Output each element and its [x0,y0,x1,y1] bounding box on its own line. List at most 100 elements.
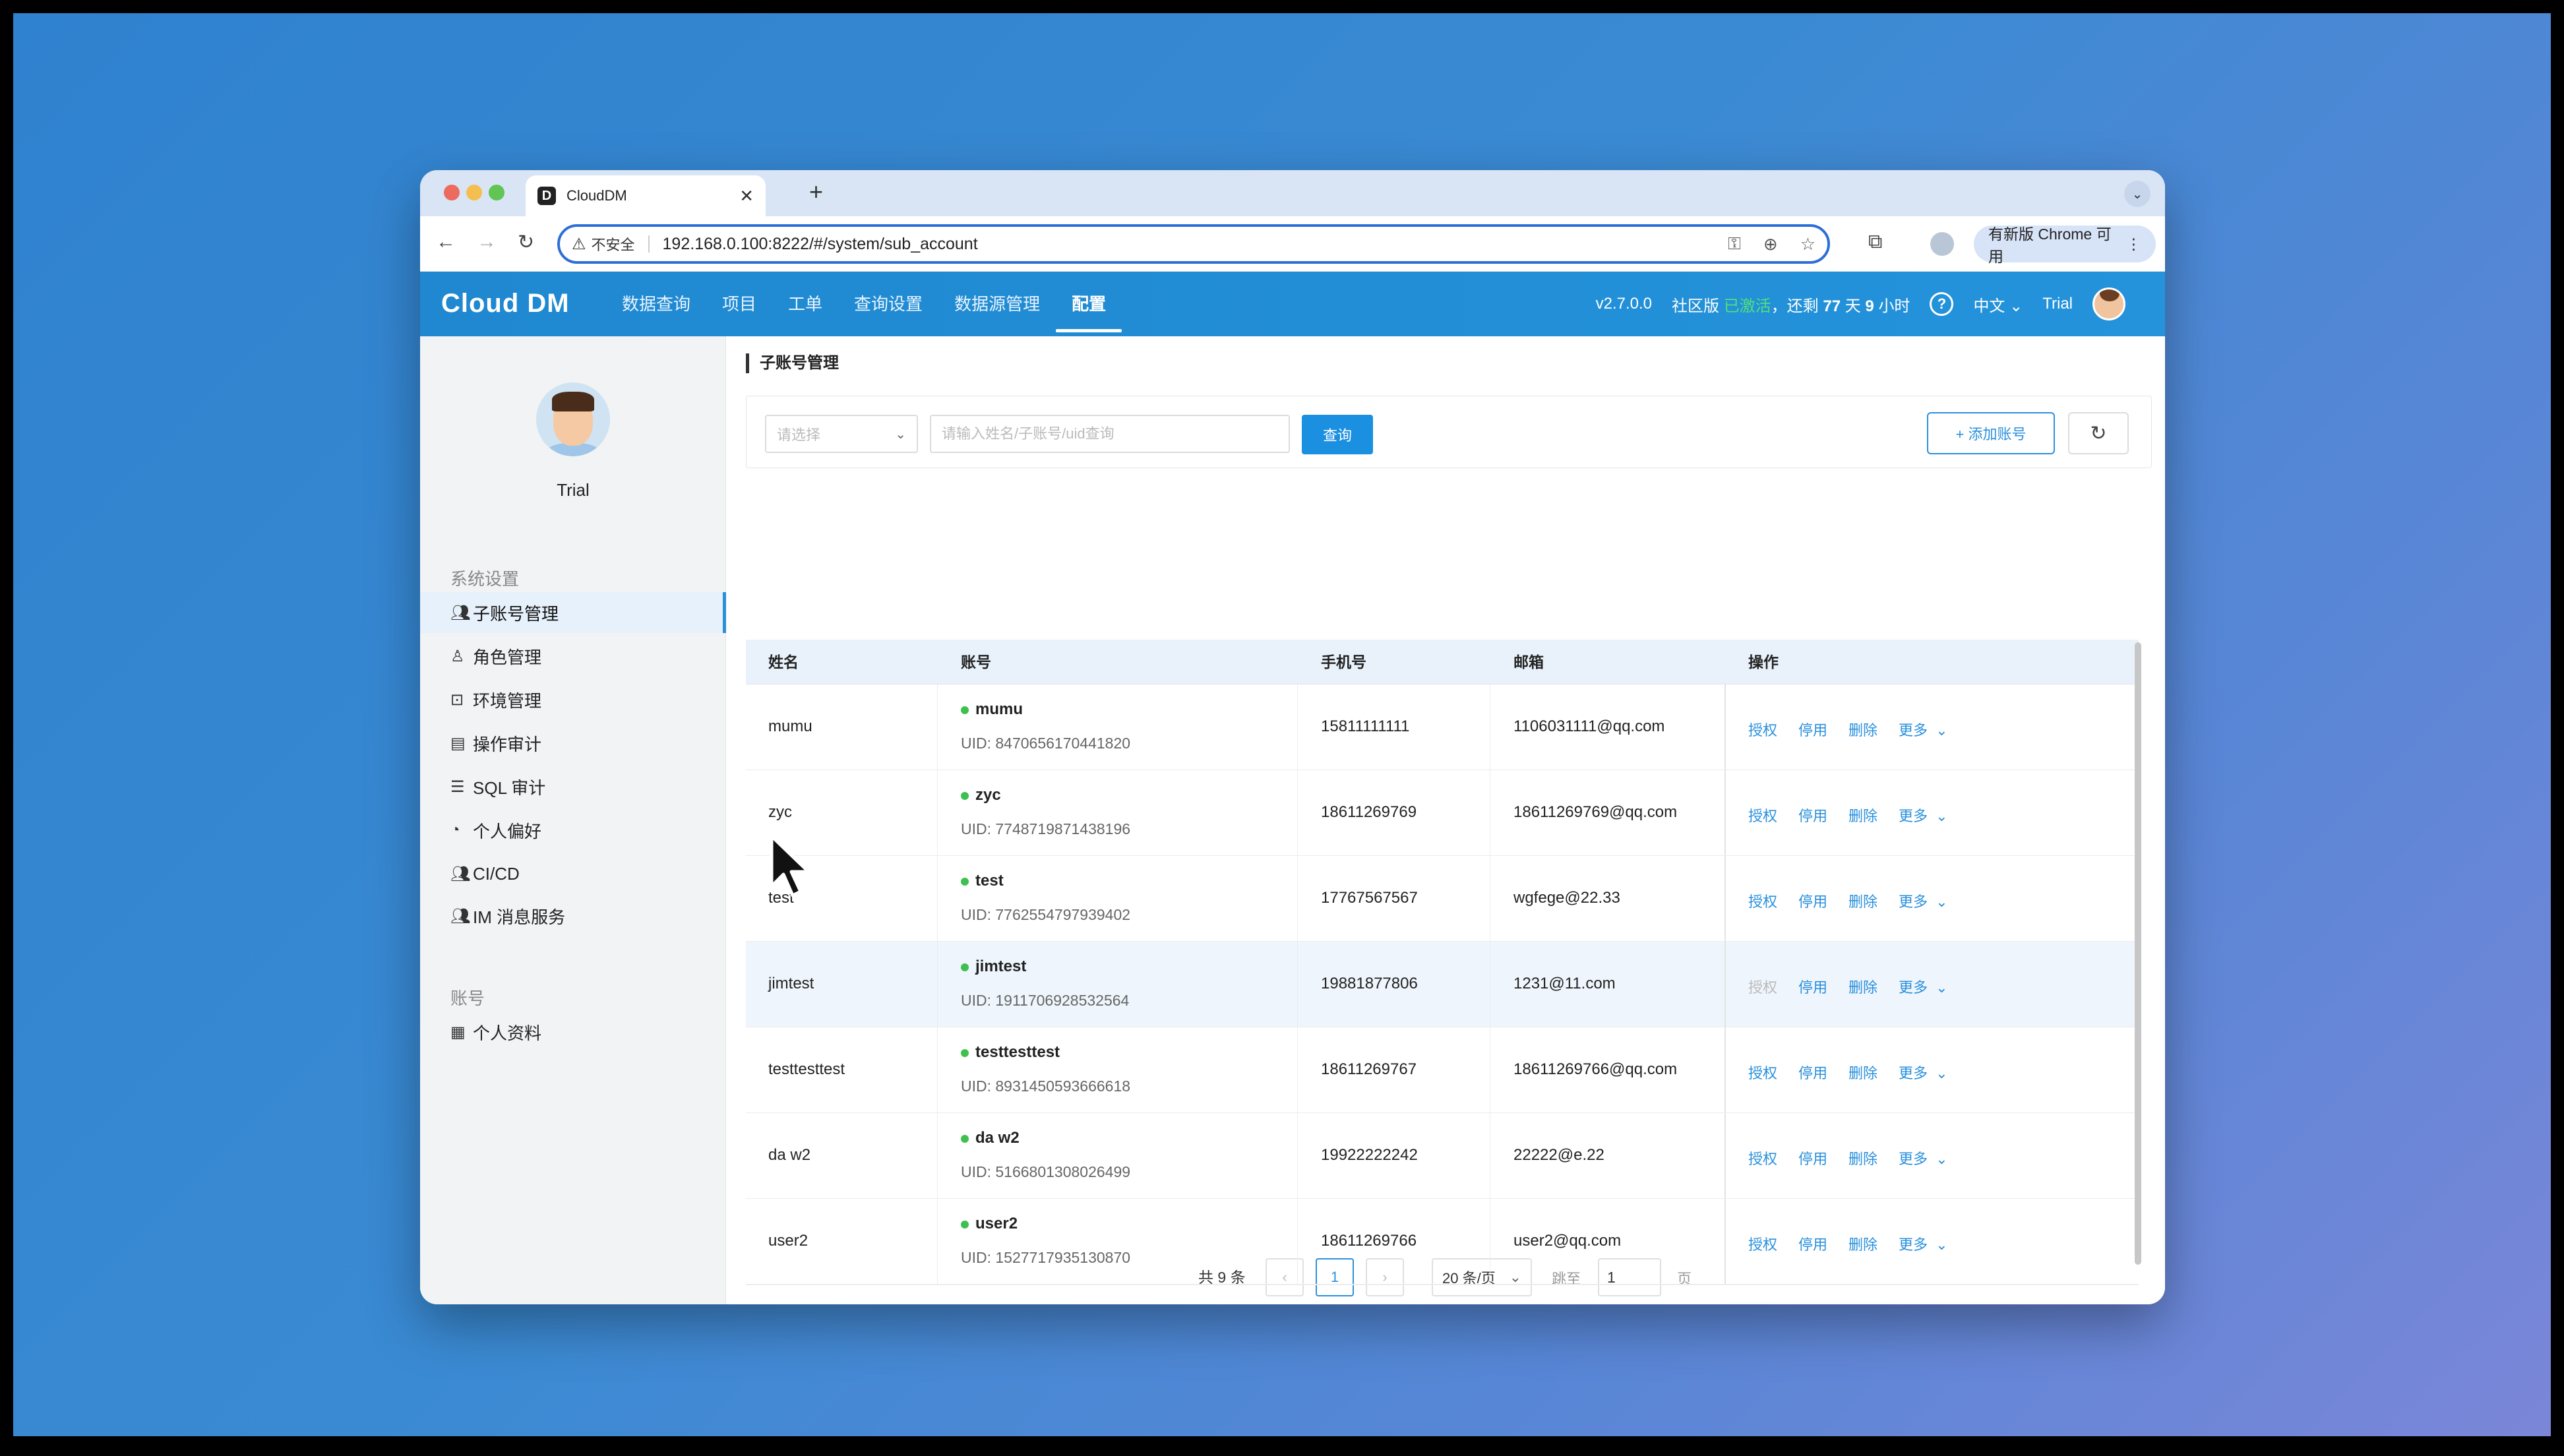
reload-icon[interactable]: ↻ [518,231,534,254]
query-button[interactable]: 查询 [1302,415,1373,454]
table-scrollbar[interactable] [2135,642,2141,1265]
nav-data-query[interactable]: 数据查询 [606,272,706,336]
window-close-button[interactable] [444,185,460,200]
warning-icon: ⚠ [572,235,586,253]
new-tab-icon[interactable]: + [809,178,823,206]
col-actions[interactable]: 操作 [1748,640,1779,684]
refresh-icon[interactable]: ↻ [2068,412,2129,454]
extensions-icon[interactable]: ⧉ [1868,231,1882,253]
authorize-link[interactable]: 授权 [1748,1065,1777,1081]
cell-email: 1231@11.com [1513,975,1616,992]
nav-project[interactable]: 项目 [706,272,772,336]
sidebar-item-im-service[interactable]: 👥︎ IM 消息服务 [420,895,726,936]
account-uid: UID: 1911706928532564 [961,992,1130,1009]
bookmark-star-icon[interactable]: ☆ [1800,234,1816,255]
sidebar-group-account: 账号 [450,988,485,1008]
profile-avatar-icon[interactable] [1930,232,1954,256]
disable-link[interactable]: 停用 [1798,979,1827,996]
key-icon[interactable]: ⚿ [1728,233,1741,255]
delete-link[interactable]: 删除 [1848,722,1877,739]
authorize-link[interactable]: 授权 [1748,1151,1777,1167]
cell-name: mumu [768,717,812,735]
col-account[interactable]: 账号 [961,640,991,684]
users-icon: 👥︎ [450,907,471,925]
delete-link[interactable]: 删除 [1848,1065,1877,1081]
tab-close-icon[interactable]: ✕ [739,186,754,206]
header-username[interactable]: Trial [2042,295,2073,313]
sidebar-item-preferences[interactable]: ◔ 个人偏好 [420,810,726,851]
delete-link[interactable]: 删除 [1848,979,1877,996]
sidebar-item-label: 个人偏好 [473,821,542,841]
disable-link[interactable]: 停用 [1798,1151,1827,1167]
sidebar-item-role[interactable]: ♙ 角色管理 [420,636,726,677]
search-input[interactable] [930,415,1290,453]
delete-link[interactable]: 删除 [1848,808,1877,824]
sidebar-item-label: 个人资料 [473,1023,542,1043]
cell-phone: 15811111111 [1321,717,1410,735]
status-dot-icon [961,1220,969,1228]
nav-datasource[interactable]: 数据源管理 [938,272,1056,336]
url-text[interactable]: 192.168.0.100:8222/#/system/sub_account [663,235,1706,254]
disable-link[interactable]: 停用 [1798,1065,1827,1081]
back-icon[interactable]: ← [436,231,456,253]
authorize-link[interactable]: 授权 [1748,894,1777,910]
chip-icon: ⊡ [450,690,464,709]
sidebar-item-environment[interactable]: ⊡ 环境管理 [420,679,726,720]
authorize-link[interactable]: 授权 [1748,979,1777,996]
delete-link[interactable]: 删除 [1848,1151,1877,1167]
sidebar-item-operation-audit[interactable]: ▤ 操作审计 [420,723,726,764]
app-logo[interactable]: Cloud DM [441,289,570,318]
cell-email: 18611269766@qq.com [1513,1060,1678,1078]
language-dropdown[interactable]: 中文 ⌄ [1973,293,2023,316]
table-row: zyc zyc UID: 7748719871438196 18611269769 18… [746,770,2139,856]
window-maximize-button[interactable] [489,185,504,200]
account-uid: UID: 5166801308026499 [961,1163,1131,1180]
more-dropdown[interactable]: 更多 [1899,1151,1928,1167]
more-dropdown[interactable]: 更多 [1899,894,1928,910]
col-phone[interactable]: 手机号 [1321,640,1366,684]
header-avatar[interactable] [2092,288,2125,320]
more-dropdown[interactable]: 更多 [1899,1065,1928,1081]
delete-link[interactable]: 删除 [1848,894,1877,910]
nav-query-settings[interactable]: 查询设置 [838,272,938,336]
more-dropdown[interactable]: 更多 [1899,1236,1928,1253]
sidebar-item-sub-account[interactable]: 👥︎ 子账号管理 [420,592,726,633]
address-bar[interactable]: ⚠ 不安全 192.168.0.100:8222/#/system/sub_ac… [557,224,1830,264]
disable-link[interactable]: 停用 [1798,894,1827,910]
filter-bar: 请选择 ⌄ 查询 + 添加账号 ↻ [746,396,2152,468]
authorize-link[interactable]: 授权 [1748,808,1777,824]
forward-icon[interactable]: → [477,231,497,253]
disable-link[interactable]: 停用 [1798,1236,1827,1253]
window-minimize-button[interactable] [466,185,482,200]
disable-link[interactable]: 停用 [1798,808,1827,824]
users-icon: 👥︎ [450,864,471,883]
sidebar-item-sql-audit[interactable]: ☰ SQL 审计 [420,766,726,807]
more-dropdown[interactable]: 更多 [1899,808,1928,824]
nav-config[interactable]: 配置 [1056,272,1122,336]
cell-email: 22222@e.22 [1513,1146,1604,1164]
disable-link[interactable]: 停用 [1798,722,1827,739]
authorize-link[interactable]: 授权 [1748,722,1777,739]
more-dropdown[interactable]: 更多 [1899,722,1928,739]
tab-search-icon[interactable]: ⌄ [2124,181,2151,207]
zoom-icon[interactable]: ⊕ [1763,234,1778,255]
add-account-button[interactable]: + 添加账号 [1927,412,2055,454]
cell-actions: 授权 停用 删除 更多 ⌄ [1748,1147,1969,1168]
sidebar-item-profile[interactable]: ▦ 个人资料 [420,1012,726,1052]
account-name: testtesttest [975,1043,1060,1061]
nav-ticket[interactable]: 工单 [772,272,838,336]
col-name[interactable]: 姓名 [768,640,799,684]
cell-email: user2@qq.com [1513,1232,1622,1250]
sidebar-item-cicd[interactable]: 👥︎ CI/CD [420,853,726,894]
sidebar-item-label: 环境管理 [473,690,542,711]
col-email[interactable]: 邮箱 [1513,640,1544,684]
account-uid: UID: 7762554797939402 [961,906,1131,923]
chrome-update-button[interactable]: 有新版 Chrome 可用 ⋮ [1974,226,2156,265]
more-dropdown[interactable]: 更多 [1899,979,1928,996]
filter-select[interactable]: 请选择 ⌄ [765,415,918,453]
browser-tab[interactable]: D CloudDM ✕ [526,175,766,216]
help-icon[interactable]: ? [1930,292,1954,316]
kebab-menu-icon[interactable]: ⋮ [2126,235,2141,253]
delete-link[interactable]: 删除 [1848,1236,1877,1253]
authorize-link[interactable]: 授权 [1748,1236,1777,1253]
